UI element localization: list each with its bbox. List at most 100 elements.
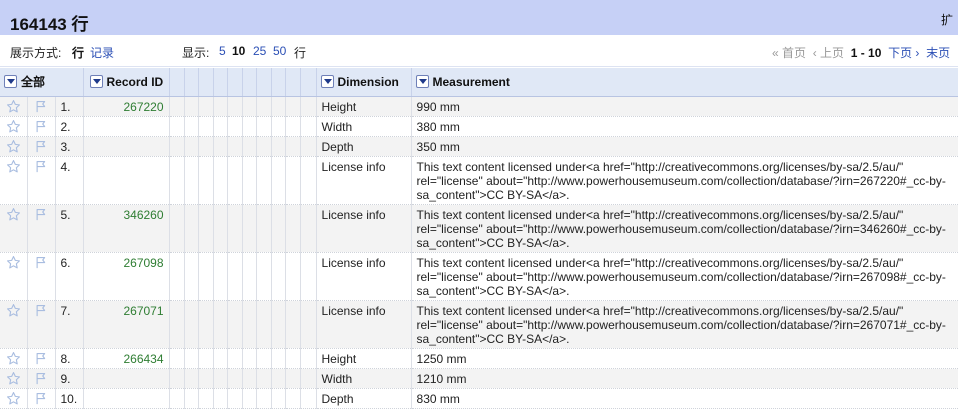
blank-cell xyxy=(271,156,286,205)
flag-cell[interactable] xyxy=(27,116,56,137)
star-icon[interactable] xyxy=(2,139,25,154)
page-size-10[interactable]: 10 xyxy=(232,44,245,58)
dimension-cell: Height xyxy=(316,348,412,369)
blank-cell xyxy=(198,388,214,409)
flag-cell[interactable] xyxy=(27,368,56,389)
star-icon[interactable] xyxy=(2,303,25,318)
flag-icon[interactable] xyxy=(30,351,53,366)
dropdown-arrow-icon[interactable] xyxy=(320,74,334,88)
flag-icon[interactable] xyxy=(30,371,53,386)
row-index: 2. xyxy=(55,116,84,137)
blank-cell xyxy=(256,368,272,389)
record-id-cell xyxy=(83,368,170,389)
table-row: 5. 346260 License info This text content li… xyxy=(0,204,958,253)
dropdown-arrow-icon[interactable] xyxy=(4,75,17,89)
blank-cell xyxy=(300,300,317,349)
blank-cell xyxy=(271,96,286,117)
extensions-label[interactable]: 扩 xyxy=(941,11,953,28)
flag-cell[interactable] xyxy=(27,348,56,369)
view-bar: 展示方式: 行 记录 显示: 5 10 25 50 行 « 首页 ‹ 上页 1 … xyxy=(0,35,958,67)
pager-prev[interactable]: ‹ 上页 xyxy=(813,46,844,60)
star-cell[interactable] xyxy=(0,252,28,301)
page-size-25[interactable]: 25 xyxy=(253,44,266,58)
measurement-cell: 990 mm xyxy=(411,96,958,117)
blank-cell xyxy=(300,204,317,253)
measurement-cell: 380 mm xyxy=(411,116,958,137)
column-all-label: 全部 xyxy=(21,75,46,90)
flag-cell[interactable] xyxy=(27,388,56,409)
flag-cell[interactable] xyxy=(27,136,56,157)
column-header-blank xyxy=(242,68,257,97)
pager-first[interactable]: « 首页 xyxy=(772,46,806,60)
star-icon[interactable] xyxy=(2,391,25,406)
blank-cell xyxy=(169,116,185,137)
star-icon[interactable] xyxy=(2,255,25,270)
dropdown-arrow-icon[interactable] xyxy=(89,74,103,88)
star-cell[interactable] xyxy=(0,388,28,409)
rows-suffix: 行 xyxy=(294,46,307,60)
star-icon[interactable] xyxy=(2,207,25,222)
star-cell[interactable] xyxy=(0,204,28,253)
flag-icon[interactable] xyxy=(30,119,53,134)
blank-cell xyxy=(184,368,199,389)
dimension-cell: Depth xyxy=(316,136,412,157)
star-cell[interactable] xyxy=(0,116,28,137)
blank-cell xyxy=(169,368,185,389)
pager-last[interactable]: 末页 xyxy=(926,46,950,60)
table-row: 2. Width 380 mm xyxy=(0,116,958,137)
star-icon[interactable] xyxy=(2,99,25,114)
column-header-dimension[interactable]: Dimension xyxy=(316,68,412,97)
blank-cell xyxy=(285,204,301,253)
flag-icon[interactable] xyxy=(30,159,53,174)
star-icon[interactable] xyxy=(2,351,25,366)
flag-cell[interactable] xyxy=(27,252,56,301)
blank-cell xyxy=(213,156,228,205)
row-index: 6. xyxy=(55,252,84,301)
blank-cell xyxy=(227,96,243,117)
star-icon[interactable] xyxy=(2,371,25,386)
flag-icon[interactable] xyxy=(30,99,53,114)
column-header-all[interactable]: 全部 xyxy=(0,68,84,97)
view-records-mode[interactable]: 记录 xyxy=(90,44,114,61)
flag-icon[interactable] xyxy=(30,391,53,406)
flag-cell[interactable] xyxy=(27,156,56,205)
blank-cell xyxy=(256,300,272,349)
star-cell[interactable] xyxy=(0,96,28,117)
column-header-measurement[interactable]: Measurement xyxy=(411,68,958,97)
star-icon[interactable] xyxy=(2,159,25,174)
page-size-50[interactable]: 50 xyxy=(273,44,286,58)
measurement-cell: 830 mm xyxy=(411,388,958,409)
record-id-cell xyxy=(83,156,170,205)
blank-cell xyxy=(227,156,243,205)
flag-icon[interactable] xyxy=(30,255,53,270)
star-icon[interactable] xyxy=(2,119,25,134)
flag-cell[interactable] xyxy=(27,300,56,349)
dropdown-arrow-icon[interactable] xyxy=(415,74,429,88)
blank-cell xyxy=(213,252,228,301)
star-cell[interactable] xyxy=(0,136,28,157)
row-index: 3. xyxy=(55,136,84,157)
flag-icon[interactable] xyxy=(30,207,53,222)
column-header-row: 全部 Record ID Dimension Measurement xyxy=(0,68,958,97)
star-cell[interactable] xyxy=(0,348,28,369)
pager-next[interactable]: 下页 › xyxy=(888,46,919,60)
flag-icon[interactable] xyxy=(30,139,53,154)
blank-cell xyxy=(242,368,257,389)
blank-cell xyxy=(256,116,272,137)
table-row: 9. Width 1210 mm xyxy=(0,368,958,389)
measurement-cell: This text content licensed under<a href=… xyxy=(411,156,958,205)
flag-cell[interactable] xyxy=(27,96,56,117)
flag-icon[interactable] xyxy=(30,303,53,318)
blank-cell xyxy=(213,348,228,369)
blank-cell xyxy=(242,156,257,205)
star-cell[interactable] xyxy=(0,368,28,389)
view-rows-mode[interactable]: 行 xyxy=(72,44,84,61)
blank-cell xyxy=(198,116,214,137)
flag-cell[interactable] xyxy=(27,204,56,253)
row-index: 10. xyxy=(55,388,84,409)
table-row: 3. Depth 350 mm xyxy=(0,136,958,157)
page-size-5[interactable]: 5 xyxy=(219,44,226,58)
star-cell[interactable] xyxy=(0,300,28,349)
star-cell[interactable] xyxy=(0,156,28,205)
column-header-record-id[interactable]: Record ID xyxy=(83,68,170,97)
